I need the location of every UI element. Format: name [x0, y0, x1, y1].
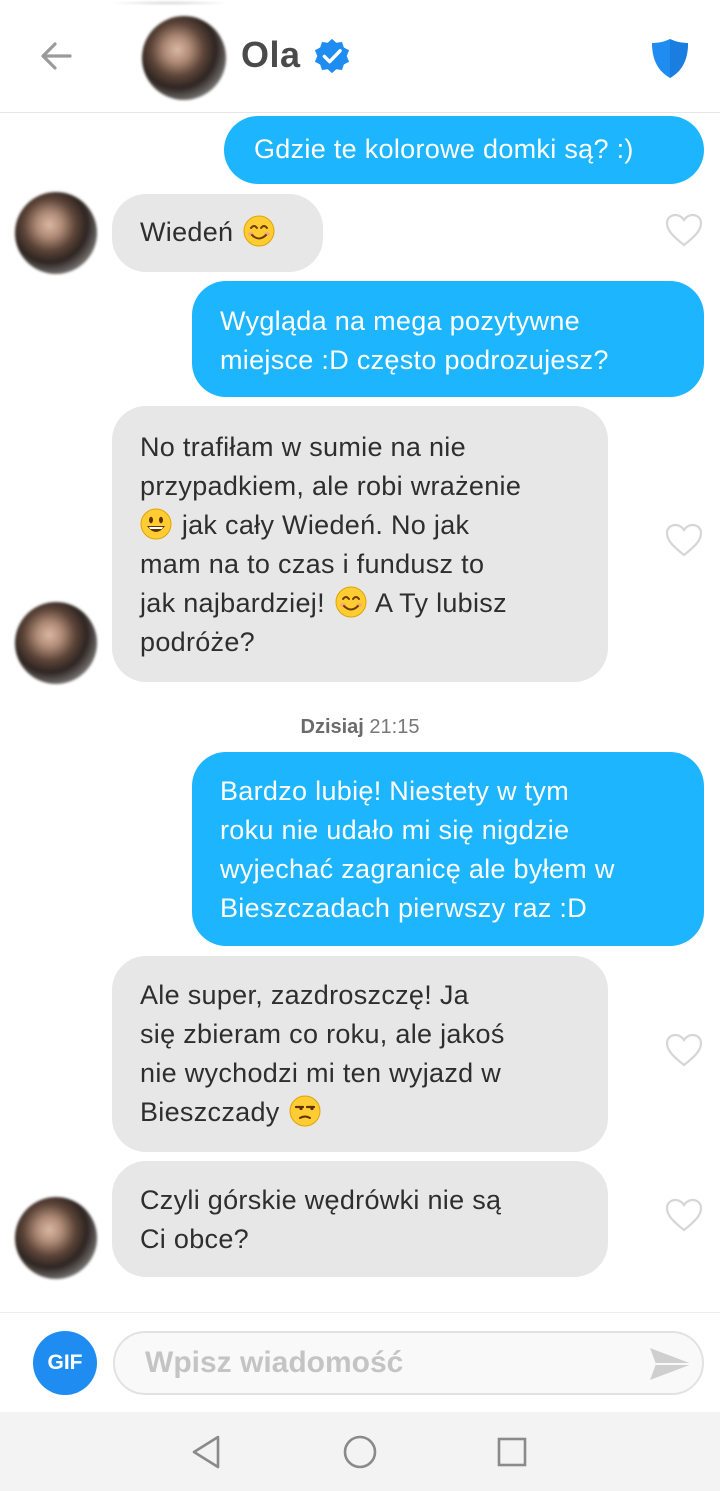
message-avatar[interactable]: [15, 1197, 97, 1279]
message-text: Wiedeń: [140, 217, 234, 247]
message-text: Ale super, zazdroszczę! Ja: [140, 980, 469, 1010]
like-heart-icon[interactable]: [664, 1197, 704, 1233]
like-heart-icon[interactable]: [664, 522, 704, 558]
chat-header: Ola: [0, 0, 720, 113]
shield-icon[interactable]: [648, 36, 692, 80]
message-text: miejsce :D często podrozujesz?: [220, 345, 609, 375]
message-text: A Ty lubisz: [375, 588, 507, 618]
message-text: No trafiłam w sumie na nie: [140, 432, 466, 462]
message-text: się zbieram co roku, ale jakoś: [140, 1019, 505, 1049]
message-text: Bieszczadach pierwszy raz :D: [220, 893, 588, 923]
like-heart-icon[interactable]: [664, 212, 704, 248]
contact-name[interactable]: Ola: [241, 34, 301, 76]
gif-button[interactable]: GIF: [33, 1331, 97, 1395]
like-heart-icon[interactable]: [664, 1032, 704, 1068]
message-avatar[interactable]: [15, 602, 97, 684]
date-divider: Dzisiaj 21:15: [0, 716, 720, 739]
smiling-face-emoji: [335, 586, 367, 618]
grinning-face-emoji: [140, 508, 172, 540]
arrow-left-icon[interactable]: [36, 36, 76, 76]
gif-button-label: GIF: [47, 1351, 83, 1374]
message-text: Bardzo lubię! Niestety w tym: [220, 776, 570, 806]
smiling-face-emoji: [243, 215, 275, 247]
message-bubble-incoming[interactable]: Wiedeń: [112, 194, 323, 272]
message-bubble-incoming[interactable]: Czyli górskie wędrówki nie są Ci obce?: [112, 1161, 608, 1277]
message-bubble-outgoing[interactable]: Wygląda na mega pozytywne miejsce :D czę…: [192, 281, 704, 397]
message-input[interactable]: [113, 1331, 704, 1395]
contact-avatar[interactable]: [142, 16, 226, 100]
message-text: Czyli górskie wędrówki nie są: [140, 1185, 502, 1215]
message-bubble-outgoing[interactable]: Bardzo lubię! Niestety w tym roku nie ud…: [192, 752, 704, 946]
message-bubble-outgoing[interactable]: Gdzie te kolorowe domki są? :): [224, 116, 704, 184]
verified-badge-icon: [314, 38, 350, 74]
message-text: roku nie udało mi się nigdzie: [220, 815, 570, 845]
message-avatar[interactable]: [15, 192, 97, 274]
message-text: Bieszczady: [140, 1097, 280, 1127]
date-divider-time: 21:15: [369, 716, 420, 738]
message-text: podróże?: [140, 627, 255, 657]
unamused-face-emoji: [289, 1095, 321, 1127]
message-text: nie wychodzi mi ten wyjazd w: [140, 1058, 502, 1088]
home-circle-icon[interactable]: [340, 1432, 380, 1472]
message-bubble-incoming[interactable]: No trafiłam w sumie na nie przypadkiem, …: [112, 406, 608, 682]
message-bubble-incoming[interactable]: Ale super, zazdroszczę! Ja się zbieram c…: [112, 956, 608, 1152]
recents-square-icon[interactable]: [492, 1432, 532, 1472]
message-text: mam na to czas i fundusz to: [140, 549, 485, 579]
message-text: Ci obce?: [140, 1224, 249, 1254]
message-text: jak najbardziej!: [140, 588, 325, 618]
message-text: jak cały Wiedeń. No jak: [181, 510, 470, 540]
date-divider-day: Dzisiaj: [300, 716, 364, 738]
message-text: przypadkiem, ale robi wrażenie: [140, 471, 522, 501]
message-text: Gdzie te kolorowe domki są? :): [254, 134, 634, 164]
message-text: Wygląda na mega pozytywne: [220, 306, 580, 336]
back-triangle-icon[interactable]: [186, 1432, 226, 1472]
send-icon[interactable]: [648, 1344, 694, 1384]
status-shadow: [110, 0, 230, 6]
message-text: wyjechać zagranicę ale byłem w: [220, 854, 615, 884]
